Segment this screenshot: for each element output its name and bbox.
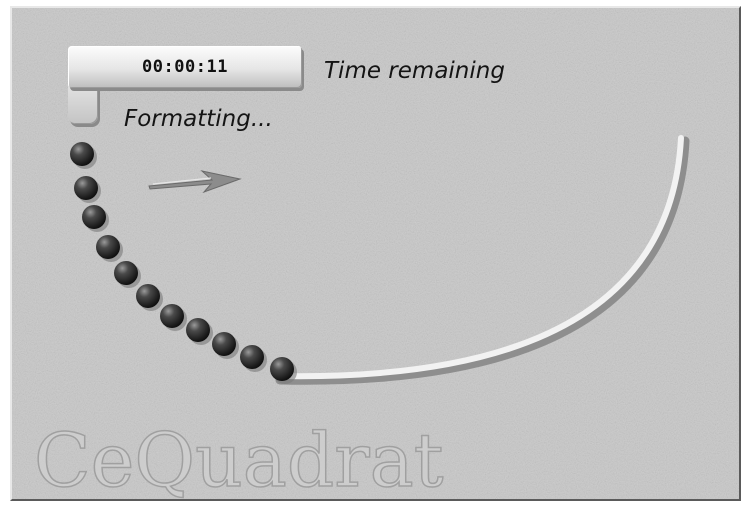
progress-bead <box>74 176 98 200</box>
timer-box-tab <box>68 82 98 124</box>
time-remaining-value: 00:00:11 <box>142 57 228 77</box>
progress-beads <box>70 142 297 384</box>
progress-panel: CeQuadrat 00:00:11 Time remaining Format… <box>10 6 741 501</box>
cequadrat-watermark: CeQuadrat <box>34 418 444 499</box>
progress-bead <box>70 142 94 166</box>
progress-track-highlight <box>275 135 684 380</box>
status-text: Formatting... <box>124 106 273 132</box>
progress-bead <box>160 304 184 328</box>
progress-bead <box>240 345 264 369</box>
progress-bead <box>186 318 210 342</box>
progress-bead <box>270 357 294 381</box>
progress-bead <box>96 235 120 259</box>
progress-bead <box>212 332 236 356</box>
progress-window: CeQuadrat 00:00:11 Time remaining Format… <box>0 0 747 511</box>
progress-track-shadow <box>275 136 690 385</box>
progress-bead <box>136 284 160 308</box>
progress-bead <box>114 261 138 285</box>
progress-bead <box>82 205 106 229</box>
arrow-icon <box>148 170 242 194</box>
time-remaining-label: Time remaining <box>324 58 505 84</box>
